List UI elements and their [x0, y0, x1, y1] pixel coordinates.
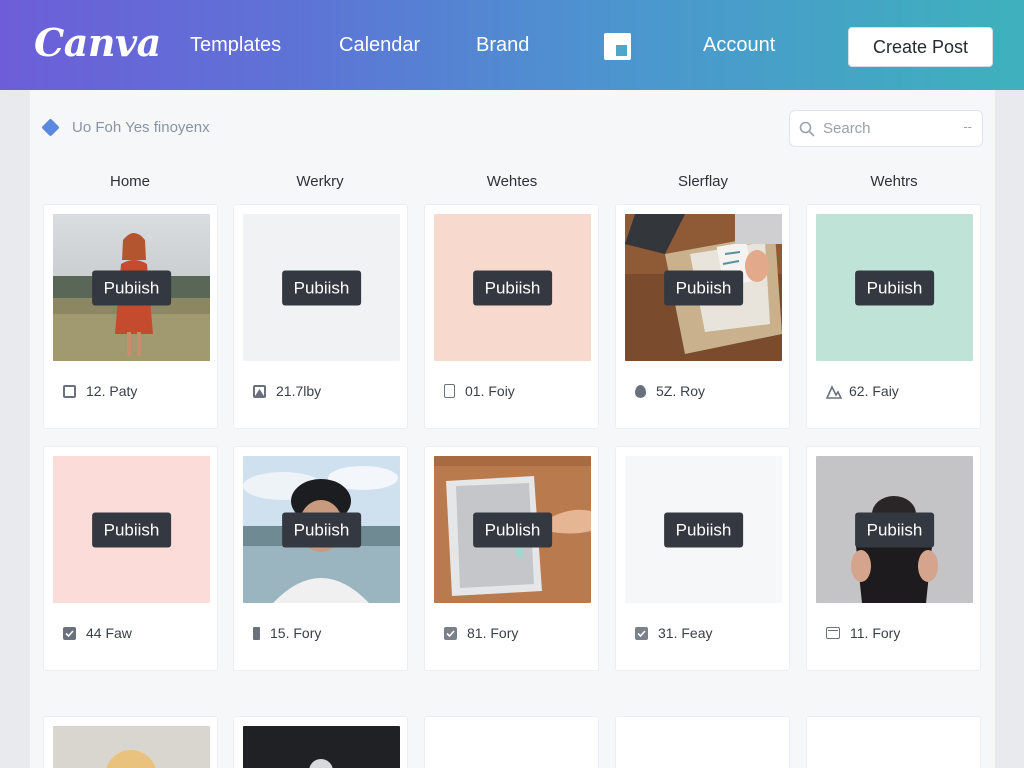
search-input[interactable] [823, 120, 953, 137]
pin-icon [635, 384, 646, 398]
search-box[interactable]: -- [789, 110, 983, 147]
card-thumbnail: Pubiish [434, 214, 591, 361]
diamond-icon [41, 118, 60, 137]
breadcrumb: Uo Foh Yes finoyenx [41, 118, 210, 137]
template-card[interactable]: Pubiish 5Z. Roy [615, 204, 790, 429]
card-thumbnail: Pubiish [816, 456, 973, 603]
card-meta: 01. Foiy [444, 383, 515, 399]
template-card[interactable]: Pubiish 31. Feay [615, 446, 790, 671]
card-meta: 11. Fory [826, 625, 900, 641]
tab-slerflay[interactable]: Slerflay [623, 173, 783, 190]
template-card[interactable] [424, 716, 599, 768]
template-card[interactable]: Pubiish 62. Faiy [806, 204, 981, 429]
card-meta: 12. Paty [63, 383, 137, 399]
card-label: 12. Paty [86, 383, 138, 399]
mountain-icon [253, 384, 266, 398]
breadcrumb-text[interactable]: Uo Foh Yes finoyenx [72, 119, 210, 136]
card-label: 11. Fory [850, 625, 901, 641]
card-label: 62. Faiy [849, 383, 899, 399]
nav-brand[interactable]: Brand [476, 34, 529, 57]
card-thumbnail: Pubiish [625, 456, 782, 603]
tab-home[interactable]: Home [50, 173, 210, 190]
publish-button[interactable]: Pubiish [854, 270, 935, 305]
nav-account[interactable]: Account [703, 34, 775, 57]
check-icon [444, 626, 457, 640]
card-thumbnail: Publish [434, 456, 591, 603]
template-card[interactable]: Publish 81. Fory [424, 446, 599, 671]
template-card[interactable]: Pubiish 11. Fory [806, 446, 981, 671]
card-thumbnail: Pubiish [243, 214, 400, 361]
card-label: 31. Feay [658, 625, 713, 641]
card-meta: 15. Fory [253, 625, 321, 641]
publish-button[interactable]: Pubiish [281, 270, 362, 305]
check-icon [635, 626, 648, 640]
search-options-icon[interactable]: -- [963, 119, 972, 134]
template-card[interactable]: Pubiish 01. Foiy [424, 204, 599, 429]
top-nav-bar: Canva Templates Calendar Brand Account C… [0, 0, 1024, 90]
tab-wehtes[interactable]: Wehtes [432, 173, 592, 190]
publish-button[interactable]: Pubiish [663, 270, 744, 305]
template-card[interactable]: Pubiish 12. Paty [43, 204, 218, 429]
tab-werkry[interactable]: Werkry [240, 173, 400, 190]
card-meta: 5Z. Roy [635, 383, 705, 399]
card-thumbnail: Pubiish [625, 214, 782, 361]
template-card[interactable] [806, 716, 981, 768]
tab-wehtrs[interactable]: Wehtrs [814, 173, 974, 190]
template-card[interactable]: Pubiish 21.7lby [233, 204, 408, 429]
shape-icon [825, 384, 843, 399]
card-thumbnail: Pubiish [53, 456, 210, 603]
search-icon [799, 121, 815, 136]
card-meta: 81. Fory [444, 625, 518, 641]
publish-button[interactable]: Pubiish [91, 512, 172, 547]
card-label: 01. Foiy [465, 383, 515, 399]
nav-calendar[interactable]: Calendar [339, 34, 420, 57]
template-card[interactable] [615, 716, 790, 768]
canva-logo[interactable]: Canva [34, 20, 161, 65]
card-thumbnail: Pubiish [53, 214, 210, 361]
card-thumbnail: Pubiish [243, 456, 400, 603]
card-label: 15. Fory [270, 625, 322, 641]
card-meta: 44 Faw [63, 625, 132, 641]
publish-button[interactable]: Pubiish [281, 512, 362, 547]
card-label: 44 Faw [86, 625, 132, 641]
bookmark-icon [253, 626, 260, 640]
publish-button[interactable]: Pubiish [472, 270, 553, 305]
publish-button[interactable]: Pubiish [663, 512, 744, 547]
publish-button[interactable]: Pubiish [854, 512, 935, 547]
layout-icon[interactable] [604, 33, 631, 60]
document-icon [444, 384, 455, 398]
template-card[interactable] [233, 716, 408, 768]
card-label: 5Z. Roy [656, 383, 706, 399]
check-icon [63, 626, 76, 640]
card-thumbnail [53, 726, 210, 768]
card-label: 81. Fory [467, 625, 519, 641]
card-label: 21.7lby [276, 383, 322, 399]
image-icon [63, 384, 76, 398]
card-meta: 21.7lby [253, 383, 321, 399]
card-thumbnail [243, 726, 400, 768]
nav-templates[interactable]: Templates [190, 34, 281, 57]
publish-button[interactable]: Pubiish [91, 270, 172, 305]
card-meta: 62. Faiy [825, 383, 899, 399]
card-thumbnail: Pubiish [816, 214, 973, 361]
card-meta: 31. Feay [635, 625, 712, 641]
template-card[interactable]: Pubiish 15. Fory [233, 446, 408, 671]
create-post-button[interactable]: Create Post [848, 27, 993, 67]
publish-button[interactable]: Publish [472, 512, 553, 547]
template-card[interactable] [43, 716, 218, 768]
frame-icon [826, 627, 840, 639]
template-card[interactable]: Pubiish 44 Faw [43, 446, 218, 671]
